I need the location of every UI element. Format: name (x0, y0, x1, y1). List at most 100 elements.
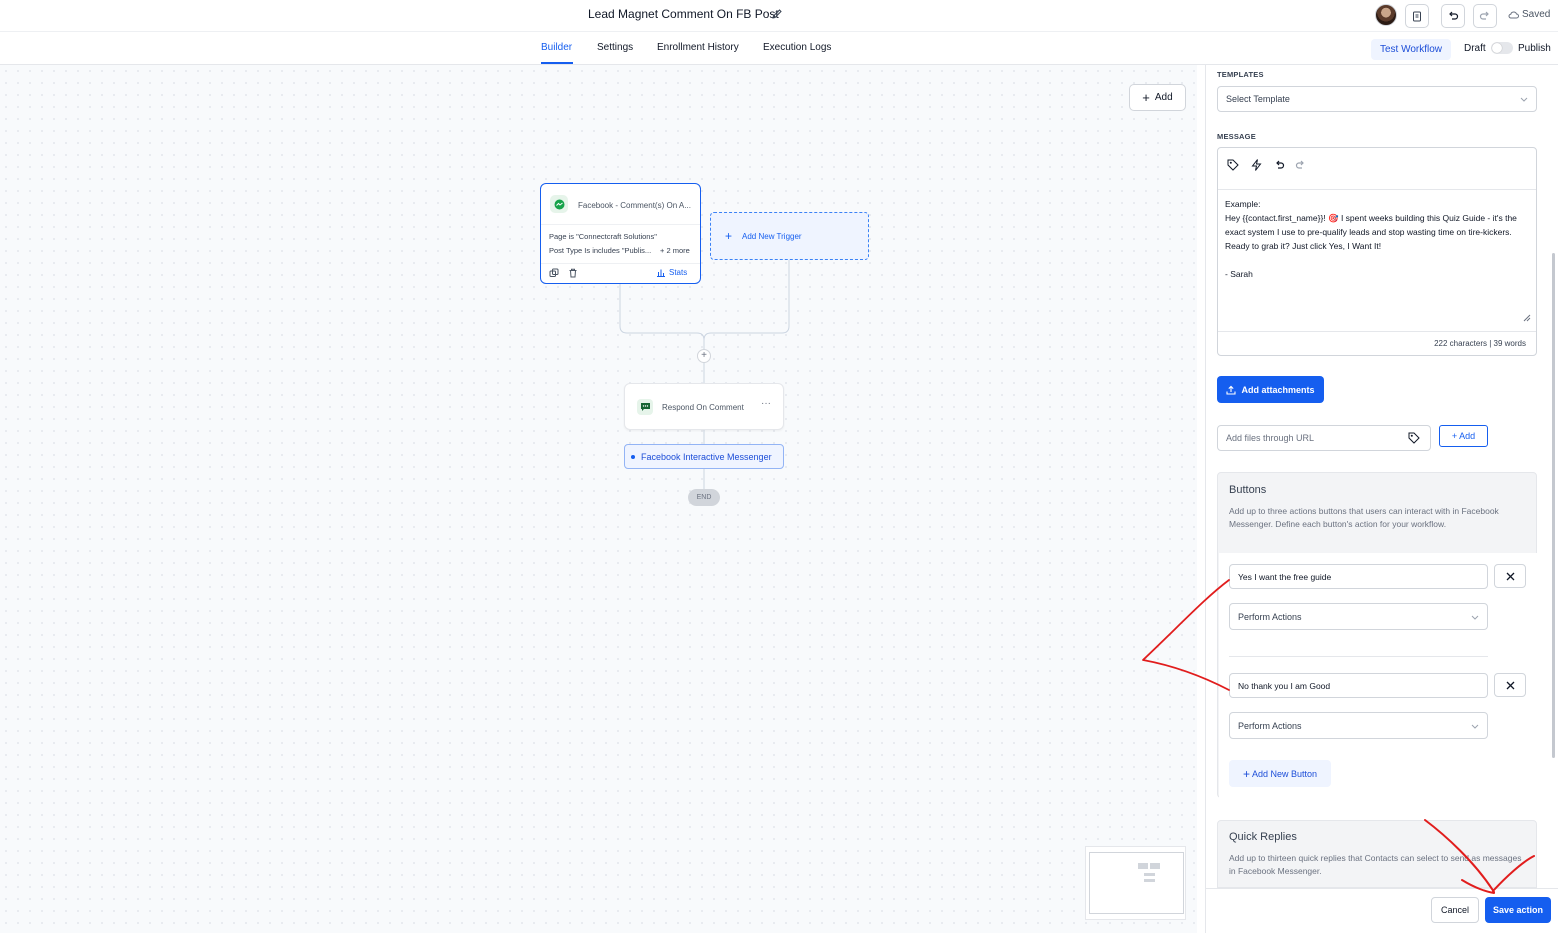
pencil-icon[interactable] (771, 8, 783, 20)
bar-chart-icon (657, 269, 665, 277)
clipboard-icon (1413, 11, 1421, 22)
button-text-value: No thank you I am Good (1238, 680, 1331, 691)
add-url-button[interactable]: + Add (1439, 425, 1488, 447)
action-node[interactable]: Respond On Comment ··· (624, 383, 784, 430)
buttons-title: Buttons (1229, 484, 1267, 496)
close-icon (1506, 572, 1514, 580)
button-text-input[interactable]: No thank you I am Good (1229, 673, 1488, 698)
buttons-description: Add up to three actions buttons that use… (1229, 506, 1499, 529)
panel-scrollbar[interactable] (1549, 73, 1558, 888)
tab-settings[interactable]: Settings (597, 42, 633, 53)
workflow-title[interactable]: Lead Magnet Comment On FB Post (588, 7, 779, 21)
plus-icon: + (1242, 766, 1250, 781)
redo-button[interactable] (1473, 4, 1497, 28)
draft-label: Draft (1464, 43, 1486, 54)
tab-execution-logs[interactable]: Execution Logs (763, 42, 831, 53)
button-action-value: Perform Actions (1238, 611, 1302, 622)
remove-button[interactable] (1494, 673, 1526, 697)
message-editor[interactable]: Example: Hey {{contact.first_name}}! 🎯 I… (1217, 147, 1537, 356)
end-node: END (688, 489, 720, 506)
template-select[interactable]: Select Template (1217, 86, 1537, 112)
test-workflow-button[interactable]: Test Workflow (1371, 39, 1451, 60)
minimap-viewport (1089, 852, 1184, 914)
add-attachments-label: Add attachments (1241, 384, 1315, 395)
message-label: MESSAGE (1217, 132, 1256, 141)
quick-replies-section: Quick Replies Add up to thirteen quick r… (1217, 820, 1537, 888)
branch-dot (631, 454, 635, 459)
button-text-value: Yes I want the free guide (1238, 571, 1332, 582)
file-url-input[interactable]: Add files through URL (1217, 425, 1431, 451)
quick-replies-title: Quick Replies (1229, 831, 1297, 843)
redo-icon (1479, 11, 1489, 20)
plus-icon: + (1142, 90, 1150, 105)
button-divider (1229, 656, 1488, 657)
minimap-node (1144, 873, 1155, 876)
minimap-node (1144, 879, 1155, 882)
resize-handle-icon[interactable] (1523, 314, 1531, 322)
file-url-placeholder: Add files through URL (1226, 433, 1315, 443)
add-new-trigger-button[interactable]: + Add New Trigger (710, 212, 869, 260)
trash-icon[interactable] (568, 268, 578, 278)
button-action-select[interactable]: Perform Actions (1229, 603, 1488, 630)
scrollbar-thumb[interactable] (1552, 253, 1555, 758)
publish-toggle[interactable] (1491, 42, 1513, 54)
message-toolbar (1218, 148, 1536, 190)
copy-icon[interactable] (549, 268, 559, 278)
minimap-node (1138, 863, 1148, 869)
active-tab-indicator (541, 62, 573, 64)
tab-builder[interactable]: Builder (541, 42, 572, 53)
minimap[interactable] (1085, 846, 1186, 920)
stats-label: Stats (669, 268, 688, 277)
chevron-down-icon (1520, 97, 1528, 102)
close-icon (1506, 681, 1514, 689)
trigger-more-link[interactable]: + 2 more (660, 246, 690, 255)
undo-button[interactable] (1441, 4, 1465, 28)
canvas-add-label: Add (1154, 92, 1173, 103)
add-new-button[interactable]: + Add New Button (1229, 760, 1331, 787)
message-footer-divider (1218, 331, 1536, 332)
messenger-icon (550, 195, 568, 213)
character-count: 222 characters | 39 words (1434, 339, 1526, 348)
saved-label: Saved (1522, 9, 1551, 20)
tabs-bar: Builder Settings Enrollment History Exec… (0, 32, 1558, 65)
tab-enrollment-history[interactable]: Enrollment History (657, 42, 739, 53)
notes-button[interactable] (1405, 4, 1429, 28)
trigger-title: Facebook - Comment(s) On A... (578, 201, 691, 210)
trigger-condition: Post Type Is includes "Publis... (549, 246, 652, 255)
canvas-add-button[interactable]: + Add (1129, 84, 1186, 111)
tag-icon[interactable] (1408, 432, 1420, 444)
branch-node[interactable]: Facebook Interactive Messenger (624, 444, 784, 469)
remove-button[interactable] (1494, 564, 1526, 588)
trigger-node[interactable]: Facebook - Comment(s) On A... Page is "C… (540, 183, 701, 284)
cloud-icon (1508, 11, 1519, 19)
add-trigger-label: Add New Trigger (742, 231, 802, 241)
button-action-select[interactable]: Perform Actions (1229, 712, 1488, 739)
tag-icon[interactable] (1227, 159, 1239, 171)
add-attachments-button[interactable]: Add attachments (1217, 376, 1324, 403)
stats-button[interactable]: Stats (656, 268, 687, 277)
branch-label: Facebook Interactive Messenger (641, 451, 772, 462)
chevron-down-icon (1471, 615, 1479, 620)
add-new-button-label: Add New Button (1251, 768, 1318, 779)
lightning-icon[interactable] (1251, 159, 1262, 171)
trigger-divider (541, 224, 700, 225)
user-avatar[interactable] (1375, 4, 1397, 26)
save-action-button[interactable]: Save action (1485, 897, 1551, 923)
quick-replies-description: Add up to thirteen quick replies that Co… (1229, 853, 1522, 876)
buttons-section: Buttons Add up to three actions buttons … (1217, 472, 1537, 798)
button-action-value: Perform Actions (1238, 720, 1302, 731)
chevron-down-icon (1471, 724, 1479, 729)
saved-status: Saved (1508, 9, 1550, 20)
button-text-input[interactable]: Yes I want the free guide (1229, 564, 1488, 589)
cancel-button[interactable]: Cancel (1431, 897, 1479, 923)
undo-icon[interactable] (1274, 160, 1285, 170)
comment-icon (637, 399, 653, 415)
templates-label: TEMPLATES (1217, 70, 1264, 79)
trigger-divider (541, 263, 700, 264)
plus-icon: + (725, 229, 733, 243)
more-options-icon[interactable]: ··· (761, 398, 771, 409)
add-step-button[interactable]: + (697, 349, 711, 363)
message-textarea[interactable]: Example: Hey {{contact.first_name}}! 🎯 I… (1225, 197, 1530, 281)
redo-icon[interactable] (1295, 160, 1306, 170)
minimap-node (1150, 863, 1160, 869)
